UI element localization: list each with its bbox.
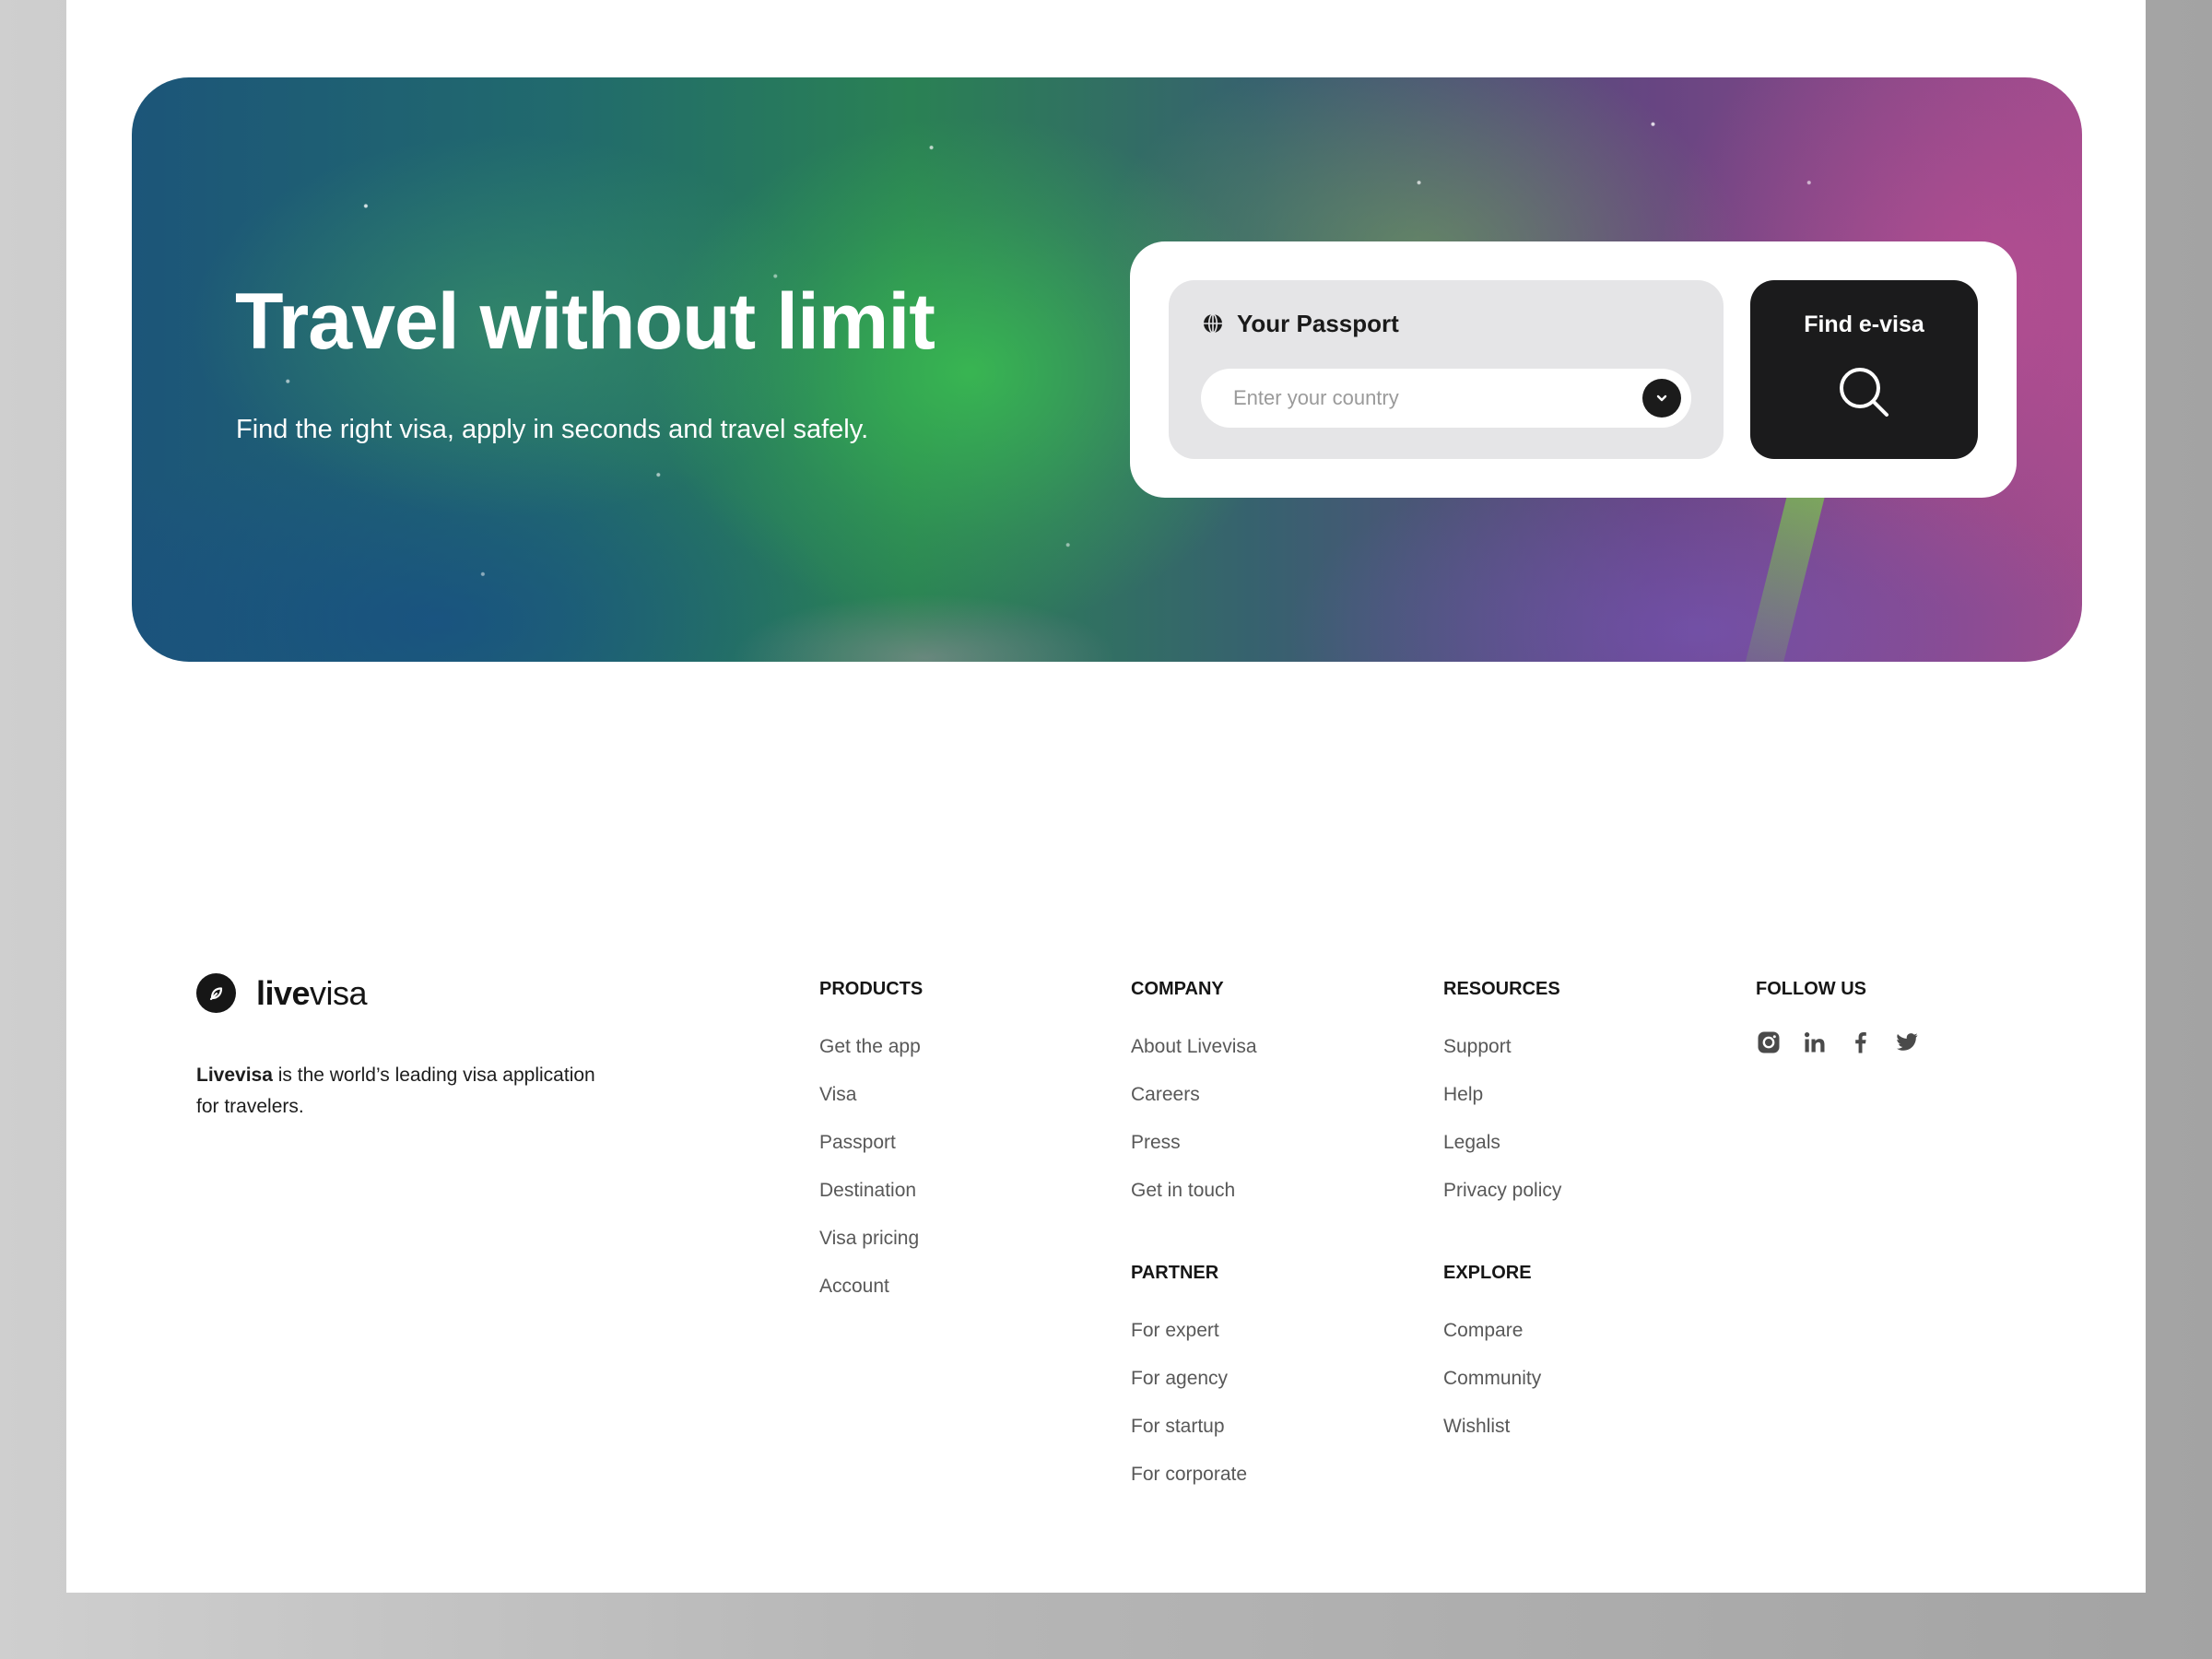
page: Travel without limit Find the right visa… [66, 0, 2146, 1593]
hero-subtitle: Find the right visa, apply in seconds an… [236, 415, 869, 444]
explore-heading: EXPLORE [1443, 1263, 1532, 1283]
footer-link[interactable]: Visa pricing [819, 1228, 921, 1276]
find-evisa-label: Find e-visa [1804, 312, 1924, 337]
brand-name-regular: visa [310, 973, 368, 1012]
footer-link[interactable]: Press [1131, 1132, 1257, 1180]
company-heading: COMPANY [1131, 979, 1224, 999]
passport-box: Your Passport [1169, 280, 1724, 459]
visa-search-card: Your Passport Find e-visa [1130, 241, 2017, 498]
footer-link[interactable]: Destination [819, 1180, 921, 1228]
footer-link[interactable]: For startup [1131, 1416, 1247, 1464]
leaf-logo-icon [196, 973, 236, 1013]
resources-heading: RESOURCES [1443, 979, 1560, 999]
leaf-icon [209, 986, 222, 1000]
partner-links: For expert For agency For startup For co… [1131, 1320, 1247, 1512]
footer-link[interactable]: Help [1443, 1084, 1561, 1132]
instagram-icon[interactable] [1756, 1030, 1782, 1055]
linkedin-icon[interactable] [1802, 1030, 1828, 1055]
partner-heading: PARTNER [1131, 1263, 1219, 1283]
country-select[interactable] [1201, 369, 1691, 428]
products-heading: PRODUCTS [819, 979, 924, 999]
passport-label-row: Your Passport [1202, 310, 1399, 337]
social-links [1756, 1030, 1920, 1055]
footer-link[interactable]: Community [1443, 1368, 1541, 1416]
chevron-down-icon [1656, 394, 1667, 402]
twitter-icon[interactable] [1894, 1030, 1920, 1055]
footer-link[interactable]: Visa [819, 1084, 921, 1132]
resources-links: Support Help Legals Privacy policy [1443, 1036, 1561, 1228]
search-icon [1840, 368, 1888, 417]
footer-link[interactable]: Passport [819, 1132, 921, 1180]
globe-icon [1204, 313, 1222, 334]
brand-description: Livevisa is the world’s leading visa app… [196, 1060, 602, 1123]
brand-logo[interactable]: livevisa [196, 973, 368, 1013]
brand-description-bold: Livevisa [196, 1065, 273, 1086]
footer-link[interactable]: Careers [1131, 1084, 1257, 1132]
footer-link[interactable]: For corporate [1131, 1464, 1247, 1512]
brand-name: livevisa [256, 973, 368, 1013]
footer-link[interactable]: About Livevisa [1131, 1036, 1257, 1084]
explore-links: Compare Community Wishlist [1443, 1320, 1541, 1464]
footer-link[interactable]: Legals [1443, 1132, 1561, 1180]
find-evisa-button[interactable]: Find e-visa [1750, 280, 1978, 459]
passport-label: Your Passport [1237, 309, 1399, 337]
company-links: About Livevisa Careers Press Get in touc… [1131, 1036, 1257, 1228]
footer-link[interactable]: Support [1443, 1036, 1561, 1084]
brand-name-bold: live [256, 973, 311, 1012]
footer-link[interactable]: For expert [1131, 1320, 1247, 1368]
follow-us-heading: FOLLOW US [1756, 979, 1866, 999]
footer-link[interactable]: Wishlist [1443, 1416, 1541, 1464]
country-input[interactable] [1201, 369, 1639, 428]
footer-link[interactable]: Get in touch [1131, 1180, 1257, 1228]
footer-link[interactable]: Get the app [819, 1036, 921, 1084]
footer-link[interactable]: For agency [1131, 1368, 1247, 1416]
footer-link[interactable]: Privacy policy [1443, 1180, 1561, 1228]
hero-title: Travel without limit [235, 277, 935, 366]
products-links: Get the app Visa Passport Destination Vi… [819, 1036, 921, 1324]
footer-link[interactable]: Compare [1443, 1320, 1541, 1368]
facebook-icon[interactable] [1848, 1030, 1874, 1055]
country-dropdown-button[interactable] [1642, 379, 1681, 418]
hero-banner: Travel without limit Find the right visa… [132, 77, 2082, 662]
footer-link[interactable]: Account [819, 1276, 921, 1324]
